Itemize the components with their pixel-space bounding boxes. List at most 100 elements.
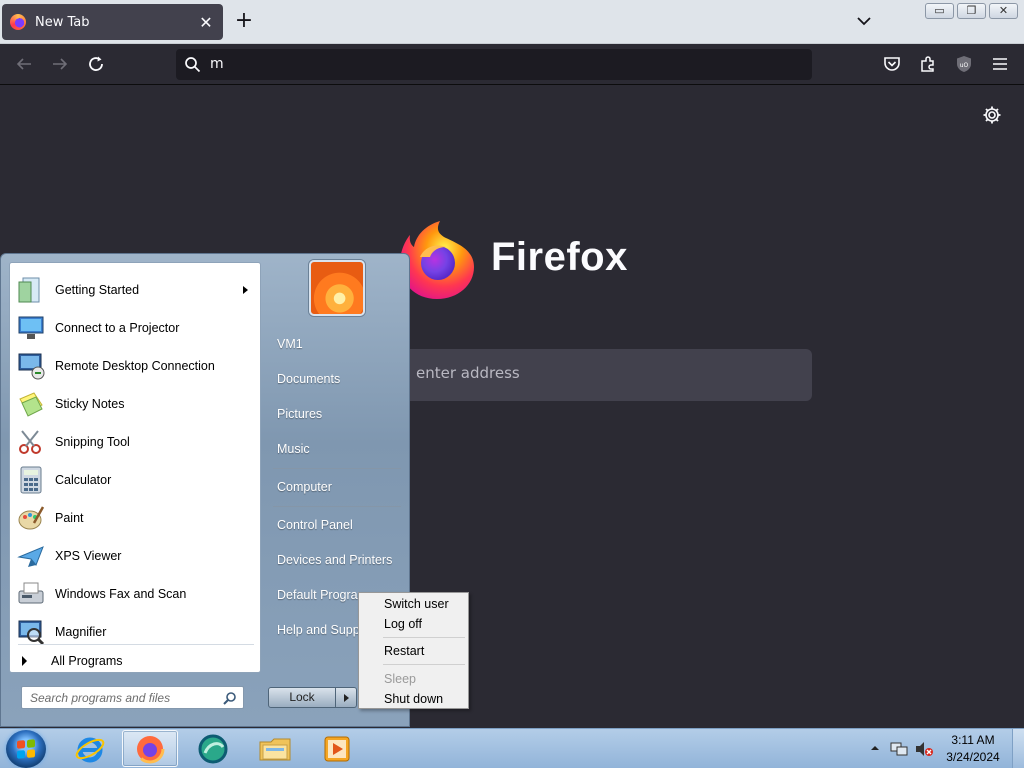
windows-explorer-icon [259,738,291,760]
puzzle-icon [921,56,934,72]
program-xps-viewer[interactable]: XPS Viewer [12,537,258,575]
navigation-toolbar: m uO [0,44,1024,85]
forward-arrow-icon [53,58,68,70]
forward-button[interactable] [48,52,72,76]
app-menu-button[interactable] [988,52,1012,76]
taskbar-media-player[interactable] [309,730,365,767]
back-button[interactable] [12,52,36,76]
hamburger-menu-icon [993,58,1007,70]
remote-desktop-icon [14,350,48,382]
svg-text:uO: uO [960,62,969,69]
menu-item-log-off[interactable]: Log off [361,614,466,634]
address-bar[interactable]: m [176,49,812,80]
menu-item-restart[interactable]: Restart [361,641,466,661]
tab-title: New Tab [35,14,90,30]
right-pane-divider [273,468,401,469]
program-getting-started[interactable]: Getting Started [12,271,258,309]
submenu-arrow-icon [243,286,248,294]
start-button[interactable] [6,730,46,768]
program-remote-desktop[interactable]: Remote Desktop Connection [12,347,258,385]
firefox-wordmark: Firefox [491,235,628,279]
new-tab-button[interactable]: + [233,10,255,32]
taskbar-firefox[interactable] [122,730,178,767]
reload-button[interactable] [84,52,108,76]
start-search-input[interactable] [30,687,220,709]
expand-arrow-icon [22,656,27,666]
menu-item-shut-down[interactable]: Shut down [361,689,466,709]
start-menu-programs-pane: Getting Started Connect to a Projector R… [9,262,261,673]
arrow-right-icon [343,693,349,702]
program-magnifier[interactable]: Magnifier [12,613,258,651]
tab-new-tab[interactable]: New Tab ✕ [2,4,223,40]
show-hidden-icons-icon[interactable] [870,744,880,752]
menu-item-sleep: Sleep [384,672,416,686]
programs-divider [18,644,254,645]
ublock-button[interactable]: uO [952,52,976,76]
link-devices-printers[interactable]: Devices and Printers [269,547,401,573]
taskbar-internet-explorer[interactable] [62,730,118,767]
program-calculator[interactable]: Calculator [12,461,258,499]
network-icon[interactable] [890,741,908,757]
clock-time: 3:11 AM [951,733,995,747]
pocket-icon [884,57,900,71]
close-window-button[interactable]: ✕ [989,3,1018,19]
getting-started-icon [14,274,48,306]
snipping-tool-icon [14,426,48,458]
program-fax-scan[interactable]: Windows Fax and Scan [12,575,258,613]
link-pictures[interactable]: Pictures [269,401,401,427]
link-music[interactable]: Music [269,436,401,462]
chevron-down-icon[interactable] [855,12,873,30]
new-tab-search-placeholder: enter address [416,364,520,382]
program-paint[interactable]: Paint [12,499,258,537]
restore-button[interactable]: ❐ [957,3,986,19]
user-picture-avatar[interactable] [309,260,365,316]
link-user-folder[interactable]: VM1 [269,331,401,357]
power-options-button[interactable] [336,687,357,708]
speaker-muted-icon[interactable] [915,741,933,757]
link-computer[interactable]: Computer [269,474,401,500]
minimize-button[interactable]: ▭ [925,3,954,19]
link-control-panel[interactable]: Control Panel [269,512,401,538]
xps-viewer-icon [14,540,48,572]
firefox-favicon-icon [10,14,26,30]
media-player-icon [324,736,350,761]
program-snipping-tool[interactable]: Snipping Tool [12,423,258,461]
reload-icon [89,56,103,71]
sticky-notes-icon [14,388,48,420]
taskbar-windows-explorer[interactable] [247,730,303,767]
taskbar: 3:11 AM 3/24/2024 [0,728,1024,768]
menu-separator [383,664,465,665]
back-arrow-icon [16,58,31,70]
tab-strip: New Tab ✕ + ▭ ❐ ✕ [0,0,1024,44]
windows-logo-icon [17,739,35,759]
ublock-shield-icon: uO [957,56,971,72]
menu-item-switch-user[interactable]: Switch user [361,594,466,614]
paint-icon [14,502,48,534]
start-menu: Getting Started Connect to a Projector R… [0,253,410,727]
app-icon [198,734,228,763]
address-input[interactable]: m [210,56,224,72]
search-icon [185,57,201,73]
taskbar-app[interactable] [185,730,241,767]
all-programs-button[interactable]: All Programs [20,651,256,671]
lock-button[interactable]: Lock [268,687,336,708]
menu-separator [383,637,465,638]
show-desktop-button[interactable] [1012,729,1024,768]
projector-icon [14,312,48,344]
gear-icon[interactable] [982,105,1002,125]
pocket-button[interactable] [880,52,904,76]
internet-explorer-icon [75,737,105,762]
start-search-box[interactable] [21,686,244,709]
program-connect-projector[interactable]: Connect to a Projector [12,309,258,347]
extensions-button[interactable] [916,52,940,76]
all-programs-label: All Programs [51,654,123,668]
system-clock[interactable]: 3:11 AM 3/24/2024 [936,732,1010,766]
right-pane-divider [273,506,401,507]
fax-scan-icon [14,578,48,610]
new-tab-search-box[interactable]: enter address [398,349,812,401]
link-documents[interactable]: Documents [269,366,401,392]
program-sticky-notes[interactable]: Sticky Notes [12,385,258,423]
tab-close-icon[interactable]: ✕ [197,13,215,32]
calculator-icon [14,464,48,496]
clock-date: 3/24/2024 [946,750,1000,764]
